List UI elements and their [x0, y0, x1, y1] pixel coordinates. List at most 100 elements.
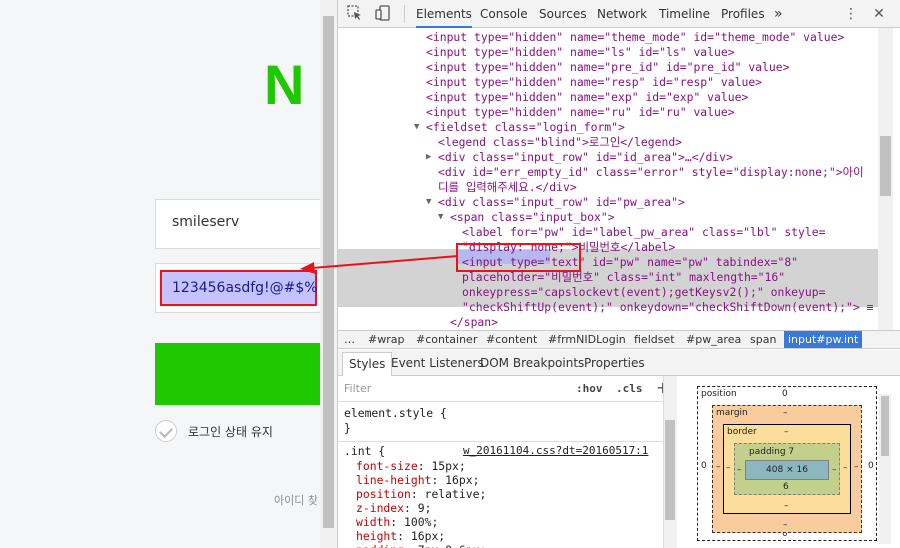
keep-login-check-icon[interactable]	[155, 420, 177, 442]
style-property-value[interactable]: 16px;	[411, 529, 445, 543]
box-margin-right: –	[854, 462, 859, 472]
dom-node-input-pw-placeholder[interactable]: placeholder="비밀번호" class="int" maxlength…	[462, 270, 785, 285]
breadcrumb-form[interactable]: #frmNIDLogin	[548, 331, 626, 348]
breadcrumb-container[interactable]: #container	[416, 331, 477, 348]
tab-properties[interactable]: Properties	[584, 350, 645, 376]
style-property-colon: :	[397, 529, 411, 543]
style-property-name[interactable]: z-index	[356, 501, 404, 515]
hover-state-toggle[interactable]: :hov	[576, 382, 603, 395]
style-property-row[interactable]: height: 16px;	[356, 529, 445, 544]
dom-node-span-input-box[interactable]: <span class="input_box">	[450, 210, 615, 225]
new-style-rule-icon[interactable]: +	[656, 378, 663, 397]
style-property-row[interactable]: padding: 7px 0 6px;	[356, 543, 486, 548]
breadcrumb-input-pw[interactable]: input#pw.int	[784, 331, 863, 348]
expand-triangle-icon[interactable]: ▼	[414, 120, 419, 135]
dom-node-input-pw-onkeypress[interactable]: onkeypress="capslockevt(event);getKeysv2…	[462, 285, 825, 300]
breadcrumb-content[interactable]: #content	[486, 331, 537, 348]
style-property-value[interactable]: 9;	[418, 501, 432, 515]
menu-icon[interactable]: ⋮	[842, 5, 860, 23]
dom-node-hidden-input-exp[interactable]: <input type="hidden" name="exp" id="exp"…	[426, 90, 748, 105]
find-id-link[interactable]: 아이디 찾	[274, 492, 318, 508]
breadcrumb-fieldset[interactable]: fieldset	[634, 331, 675, 348]
dom-node-hidden-input-theme-mode[interactable]: <input type="hidden" name="theme_mode" i…	[426, 30, 844, 45]
styles-scrollbar-thumb[interactable]	[665, 420, 675, 520]
dom-node-div-id-area[interactable]: <div class="input_row" id="id_area">…</d…	[438, 150, 733, 165]
style-property-value[interactable]: relative;	[425, 487, 487, 501]
tab-sources[interactable]: Sources	[539, 0, 586, 28]
styles-pane: Filter :hov .cls + element.style { } .in…	[338, 376, 663, 548]
dom-node-div-err-empty-id[interactable]: <div id="err_empty_id" class="error" sty…	[438, 165, 864, 180]
dom-node-hidden-input-ls[interactable]: <input type="hidden" name="ls" id="ls" v…	[426, 45, 735, 60]
expand-triangle-icon[interactable]: ▶	[426, 150, 431, 165]
box-position-right: 0	[868, 461, 874, 471]
style-property-colon: :	[390, 515, 405, 529]
dom-node-legend-node[interactable]: <legend class="blind">로그인</legend>	[438, 135, 682, 150]
tab-console[interactable]: Console	[480, 0, 528, 28]
dom-node-input-pw-onkeyup[interactable]: "checkShiftUp(event);" onkeydown="checkS…	[462, 300, 873, 315]
styles-filter-input[interactable]: Filter	[344, 382, 371, 395]
style-property-name[interactable]: padding	[356, 543, 404, 548]
tab-timeline[interactable]: Timeline	[659, 0, 710, 28]
id-input[interactable]: smileserv	[155, 199, 320, 249]
expand-triangle-icon[interactable]: ▼	[438, 210, 443, 225]
dom-node-hidden-input-pre-id[interactable]: <input type="hidden" name="pre_id" id="p…	[426, 60, 789, 75]
tab-profiles[interactable]: Profiles	[721, 0, 765, 28]
dom-node-hidden-input-resp[interactable]: <input type="hidden" name="resp" id="res…	[426, 75, 762, 90]
box-padding-right: –	[832, 465, 837, 475]
style-property-row[interactable]: position: relative;	[356, 487, 486, 502]
expand-triangle-icon[interactable]: ▼	[426, 195, 431, 210]
breadcrumb-pw-area[interactable]: #pw_area	[686, 331, 741, 348]
style-property-value[interactable]: 16px;	[445, 473, 479, 487]
int-rule-selector[interactable]: .int {	[344, 444, 385, 459]
login-button[interactable]	[155, 343, 320, 405]
box-border: border – – – – padding 7 – – 6 408 × 16	[723, 424, 851, 514]
style-property-row[interactable]: z-index: 9;	[356, 501, 431, 516]
dom-node-div-pw-area[interactable]: <div class="input_row" id="pw_area">	[438, 195, 685, 210]
id-input-value: smileserv	[172, 214, 240, 230]
tab-elements[interactable]: Elements	[416, 0, 472, 28]
dom-node-hidden-input-ru[interactable]: <input type="hidden" name="ru" id="ru" v…	[426, 105, 735, 120]
box-padding-bottom: 6	[783, 482, 789, 492]
breadcrumb-span[interactable]: span	[750, 331, 776, 348]
dom-node-div-err-empty-id-text[interactable]: 디를 입력해주세요.</div>	[438, 180, 577, 195]
box-position-top: 0	[782, 389, 788, 399]
page-scrollbar-thumb[interactable]	[323, 16, 334, 528]
dom-node-label-pw-area[interactable]: <label for="pw" id="label_pw_area" class…	[462, 225, 825, 240]
css-source-link[interactable]: w_20161104.css?dt=20160517:1	[463, 444, 648, 457]
close-icon[interactable]: ✕	[870, 5, 888, 23]
dom-node-fieldset-login-form[interactable]: <fieldset class="login_form">	[426, 120, 625, 135]
tab-network[interactable]: Network	[597, 0, 647, 28]
elements-scrollbar-thumb[interactable]	[880, 136, 891, 196]
style-property-name[interactable]: width	[356, 515, 390, 529]
tab-dom-breakpoints[interactable]: DOM Breakpoints	[480, 350, 584, 376]
style-property-row[interactable]: width: 100%;	[356, 515, 438, 530]
devtools-toolbar: Elements Console Sources Network Timelin…	[338, 0, 900, 28]
style-property-name[interactable]: line-height	[356, 473, 431, 487]
style-property-name[interactable]: position	[356, 487, 411, 501]
more-tabs-icon[interactable]: »	[774, 0, 783, 28]
class-toggle[interactable]: .cls	[616, 382, 643, 395]
box-margin-bottom: –	[783, 520, 788, 530]
box-position: position 0 0 0 0 margin – – – – border –…	[697, 386, 877, 541]
style-property-value[interactable]: 15px;	[431, 459, 465, 473]
keep-login-label[interactable]: 로그인 상태 유지	[188, 423, 273, 440]
style-property-value[interactable]: 100%;	[404, 515, 438, 529]
device-mode-icon[interactable]	[374, 5, 392, 23]
tab-event-listeners[interactable]: Event Listeners	[391, 350, 484, 376]
breadcrumb: … #wrap #container #content #frmNIDLogin…	[338, 330, 900, 349]
breadcrumb-wrap[interactable]: #wrap	[368, 331, 404, 348]
style-property-name[interactable]: font-size	[356, 459, 418, 473]
sidebar-tabs: Styles Event Listeners DOM Breakpoints P…	[338, 350, 900, 376]
element-style-selector[interactable]: element.style {	[344, 406, 447, 421]
breadcrumb-more[interactable]: …	[344, 331, 355, 348]
style-property-name[interactable]: height	[356, 529, 397, 543]
tab-styles[interactable]: Styles	[342, 352, 393, 376]
elements-tree: <input type="hidden" name="theme_mode" i…	[338, 28, 900, 330]
style-property-row[interactable]: font-size: 15px;	[356, 459, 466, 474]
dom-node-span-close[interactable]: </span>	[450, 315, 498, 330]
box-model-scrollbar-thumb[interactable]	[881, 396, 889, 456]
password-value-highlight[interactable]: 123456asdfg!@#$%	[160, 270, 318, 306]
style-property-value[interactable]: 7px 0 6px;	[418, 543, 487, 548]
style-property-row[interactable]: line-height: 16px;	[356, 473, 479, 488]
inspect-element-icon[interactable]	[346, 5, 364, 23]
